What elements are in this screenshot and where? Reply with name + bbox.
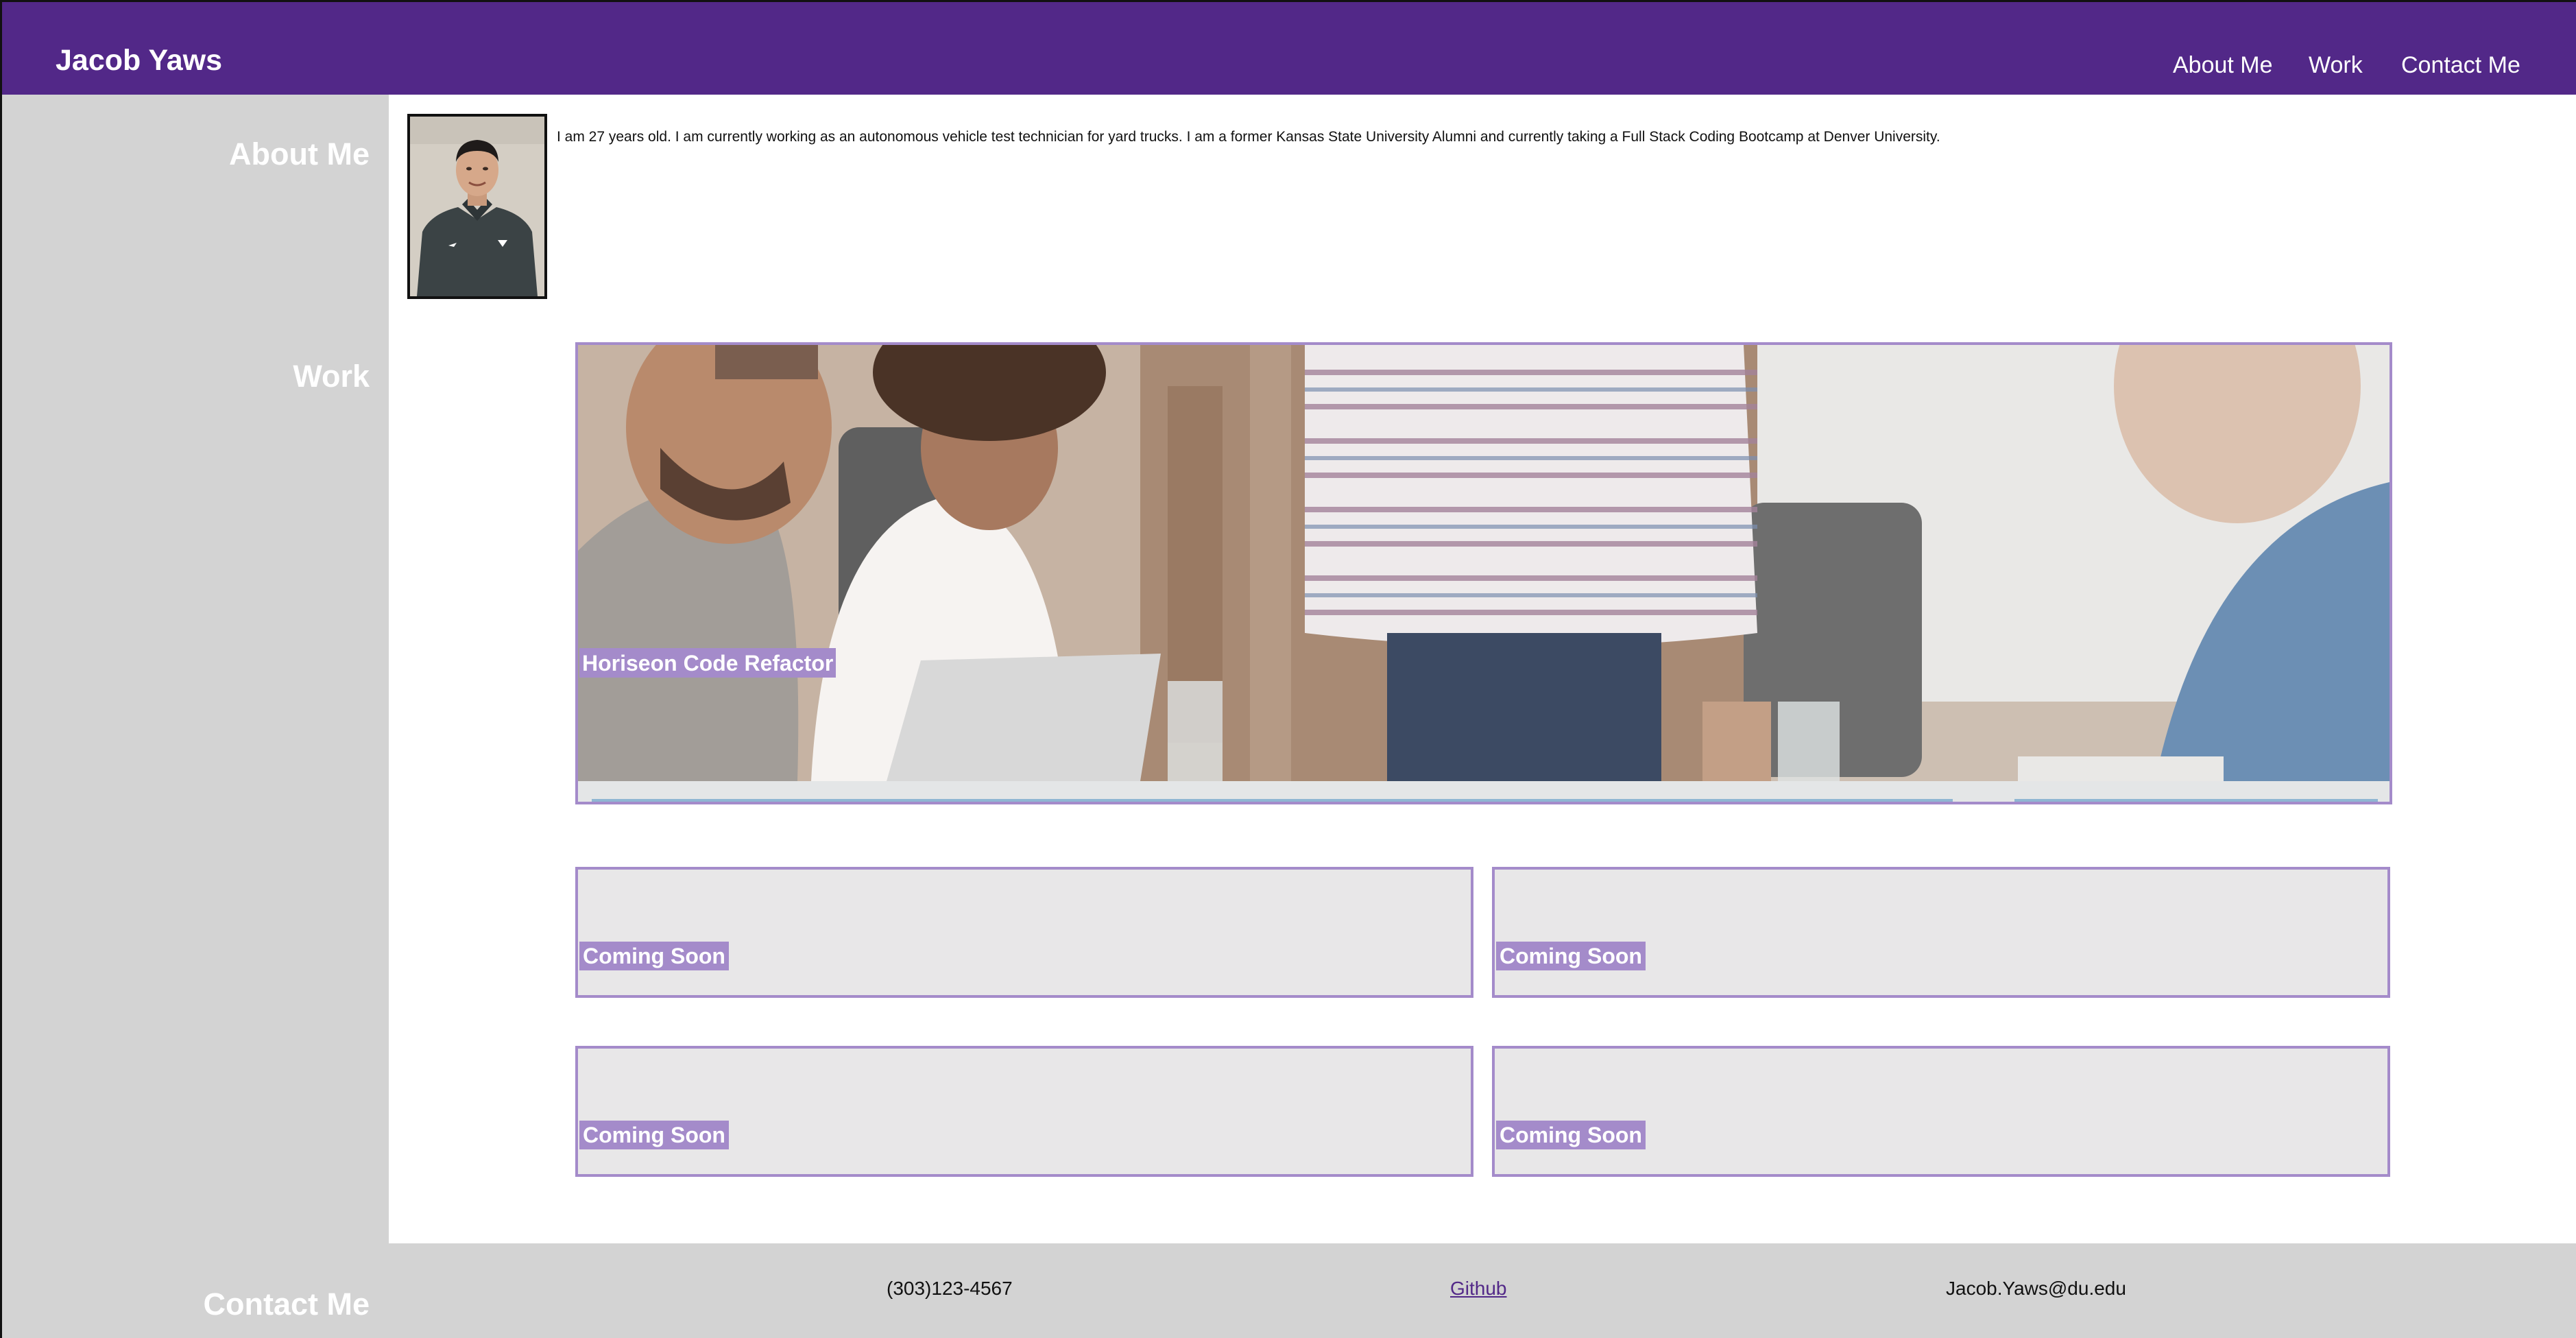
project-card-label: Coming Soon	[579, 942, 729, 970]
github-link[interactable]: Github	[1450, 1279, 1507, 1298]
project-card[interactable]: Coming Soon	[1492, 1046, 2390, 1177]
image-scrollbar-right	[2014, 799, 2378, 802]
project-card-label: Coming Soon	[579, 1121, 729, 1149]
about-section-title: About Me	[229, 136, 370, 171]
nav-work[interactable]: Work	[2309, 53, 2363, 77]
section-sidebar: About Me Work	[0, 95, 389, 1243]
project-card-label: Coming Soon	[1496, 1121, 1646, 1149]
profile-portrait	[407, 114, 547, 299]
site-header: Jacob Yaws About Me Work Contact Me	[0, 0, 2576, 95]
featured-project-image	[578, 345, 2390, 781]
about-description: I am 27 years old. I am currently workin…	[557, 129, 1940, 145]
contact-phone: (303)123-4567	[887, 1278, 1013, 1299]
project-card[interactable]: Coming Soon	[1492, 867, 2390, 998]
nav-about-me[interactable]: About Me	[2173, 53, 2273, 77]
project-card[interactable]: Coming Soon	[575, 1046, 1473, 1177]
featured-project-card[interactable]: Horiseon Code Refactor	[575, 342, 2392, 804]
project-card[interactable]: Coming Soon	[575, 867, 1473, 998]
team-meeting-photo-icon	[578, 345, 2390, 781]
project-card-label: Coming Soon	[1496, 942, 1646, 970]
contact-email: Jacob.Yaws@du.edu	[1946, 1278, 2126, 1299]
person-portrait-icon	[410, 117, 544, 296]
site-brand: Jacob Yaws	[56, 44, 223, 77]
featured-project-label: Horiseon Code Refactor	[579, 648, 836, 678]
image-scrollbar-left	[592, 799, 1953, 802]
nav-contact-me[interactable]: Contact Me	[2401, 53, 2520, 77]
contact-section-title: Contact Me	[203, 1287, 370, 1322]
contact-footer: Contact Me (303)123-4567 Github Jacob.Ya…	[0, 1243, 2576, 1338]
work-section-title: Work	[293, 359, 370, 394]
